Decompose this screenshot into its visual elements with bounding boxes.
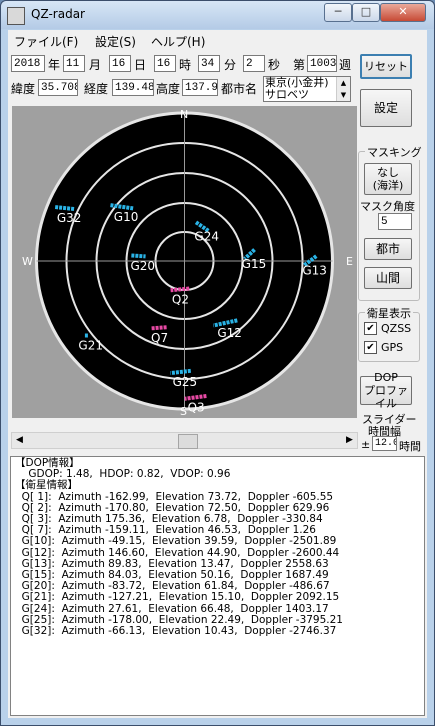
altitude-label: 高度 [156, 82, 181, 96]
minimize-button[interactable]: ─ [324, 3, 352, 22]
qzss-label: QZSS [381, 322, 412, 335]
month-label: 月 [89, 58, 102, 72]
mask-sea-label: (海洋) [372, 179, 404, 192]
south-label: S [180, 405, 187, 418]
satellite-label: G32 [57, 211, 82, 225]
week-field[interactable]: 1003 [307, 55, 337, 72]
mask-none-label: なし [377, 166, 399, 179]
app-icon [7, 7, 25, 25]
settings-button[interactable]: 設定 [360, 89, 412, 127]
day-field[interactable]: 16 [109, 55, 131, 72]
gps-checkbox[interactable]: ✔ GPS [364, 341, 403, 354]
timespan-unit-label: 時間 [399, 440, 421, 453]
week-label: 週 [339, 58, 352, 72]
plusminus-label: ± [361, 438, 371, 451]
info-line: G[21]: Azimuth -127.21, Elevation 15.10,… [15, 591, 340, 604]
radar-panel: N S E W G32 G10 G24 G20 G15 G13 Q2 G21 Q7 G12 G25 Q… [12, 106, 357, 418]
menu-bar: ファイル(F) 設定(S) ヘルプ(H) [8, 30, 427, 50]
city-spin-buttons[interactable]: ▲ ▼ [336, 77, 350, 101]
reset-button[interactable]: リセット [360, 54, 412, 79]
time-slider-thumb[interactable] [178, 434, 198, 449]
gps-check-icon[interactable]: ✔ [364, 341, 377, 354]
year-field[interactable]: 2018 [11, 55, 45, 72]
satellite-G21[interactable]: G21 [78, 333, 103, 352]
minute-field[interactable]: 34 [198, 55, 220, 72]
east-label: E [346, 255, 353, 268]
satellite-label: G15 [242, 257, 267, 271]
satellite-label: G20 [130, 259, 155, 273]
masking-group-title: マスキング [365, 144, 424, 160]
mask-angle-label: マスク角度 [360, 200, 415, 213]
city-label: 都市名 [221, 82, 258, 96]
mountain-mask-button[interactable]: 山間 [364, 267, 412, 289]
maximize-button[interactable]: □ [352, 3, 380, 22]
menu-settings[interactable]: 設定(S) [95, 33, 136, 50]
west-label: W [22, 255, 33, 268]
app-window: QZ-radar ─ □ ✕ ファイル(F) 設定(S) ヘルプ(H) 2018… [0, 0, 435, 726]
time-slider-scrollbar[interactable]: ◀ ▶ [11, 432, 358, 449]
spin-down-icon[interactable]: ▼ [337, 89, 350, 101]
year-label: 年 [48, 58, 61, 72]
hour-field[interactable]: 16 [154, 55, 176, 72]
satellite-label: G21 [78, 338, 103, 352]
satellite-label: G13 [302, 264, 327, 278]
satellite-display-title: 衛星表示 [365, 305, 413, 321]
profile-label: プロファイル [364, 384, 408, 410]
sky-plot: N S E W G32 G10 G24 G20 G15 G13 Q2 G21 Q7 G12 G25 Q… [22, 108, 353, 418]
menu-file[interactable]: ファイル(F) [14, 33, 78, 50]
satellite-label: G25 [173, 375, 198, 389]
satellite-label: Q3 [188, 400, 205, 414]
gps-label: GPS [381, 341, 404, 354]
city-mask-button[interactable]: 都市 [364, 238, 412, 260]
week-prefix-label: 第 [293, 58, 306, 72]
title-bar[interactable]: QZ-radar ─ □ ✕ [1, 1, 434, 29]
mask-none-button[interactable]: なし (海洋) [364, 163, 412, 195]
dop-label: DOP [374, 371, 398, 384]
longitude-label: 経度 [84, 82, 109, 96]
spin-up-icon[interactable]: ▲ [337, 77, 350, 89]
second-label: 秒 [268, 58, 281, 72]
north-label: N [180, 108, 188, 121]
satellite-G20[interactable]: G20 [130, 253, 155, 273]
info-textbox[interactable]: 【DOP情報】 GDOP: 1.48, HDOP: 0.82, VDOP: 0.… [10, 456, 425, 716]
second-field[interactable]: 2 [243, 55, 265, 72]
info-line: 【衛星情報】 [15, 479, 78, 492]
dop-profile-button[interactable]: DOP プロファイル [360, 371, 412, 410]
city-listbox[interactable]: 東京(小金井) サロベツ ▲ ▼ [263, 76, 351, 102]
satellite-label: Q2 [172, 292, 189, 306]
client-area: ファイル(F) 設定(S) ヘルプ(H) 2018 年 11 月 16 日 16… [8, 30, 427, 718]
close-button[interactable]: ✕ [380, 3, 426, 22]
satellite-label: Q7 [151, 331, 168, 345]
minute-label: 分 [224, 58, 237, 72]
qzss-checkbox[interactable]: ✔ QZSS [364, 322, 411, 335]
info-line: G[10]: Azimuth -49.15, Elevation 39.59, … [15, 535, 337, 548]
scroll-right-icon[interactable]: ▶ [342, 433, 357, 448]
city-option[interactable]: サロベツ [265, 89, 309, 101]
month-field[interactable]: 11 [63, 55, 85, 72]
window-title: QZ-radar [31, 7, 85, 21]
timespan-field[interactable]: 12.0 [372, 436, 397, 451]
menu-help[interactable]: ヘルプ(H) [151, 33, 205, 50]
satellite-label: G24 [194, 230, 219, 244]
qzss-check-icon[interactable]: ✔ [364, 322, 377, 335]
satellite-Q7[interactable]: Q7 [151, 325, 168, 345]
latitude-label: 緯度 [11, 82, 36, 96]
info-line: G[32]: Azimuth -66.13, Elevation 10.43, … [15, 625, 337, 638]
altitude-field[interactable]: 137.92 [182, 79, 218, 96]
day-label: 日 [134, 58, 147, 72]
mask-angle-field[interactable]: 5 [378, 213, 412, 230]
hour-label: 時 [179, 58, 192, 72]
satellite-label: G12 [217, 326, 242, 340]
longitude-field[interactable]: 139.488 [112, 79, 154, 96]
satellite-label: G10 [114, 210, 139, 224]
scroll-left-icon[interactable]: ◀ [12, 433, 27, 448]
latitude-field[interactable]: 35.708 [38, 79, 78, 96]
